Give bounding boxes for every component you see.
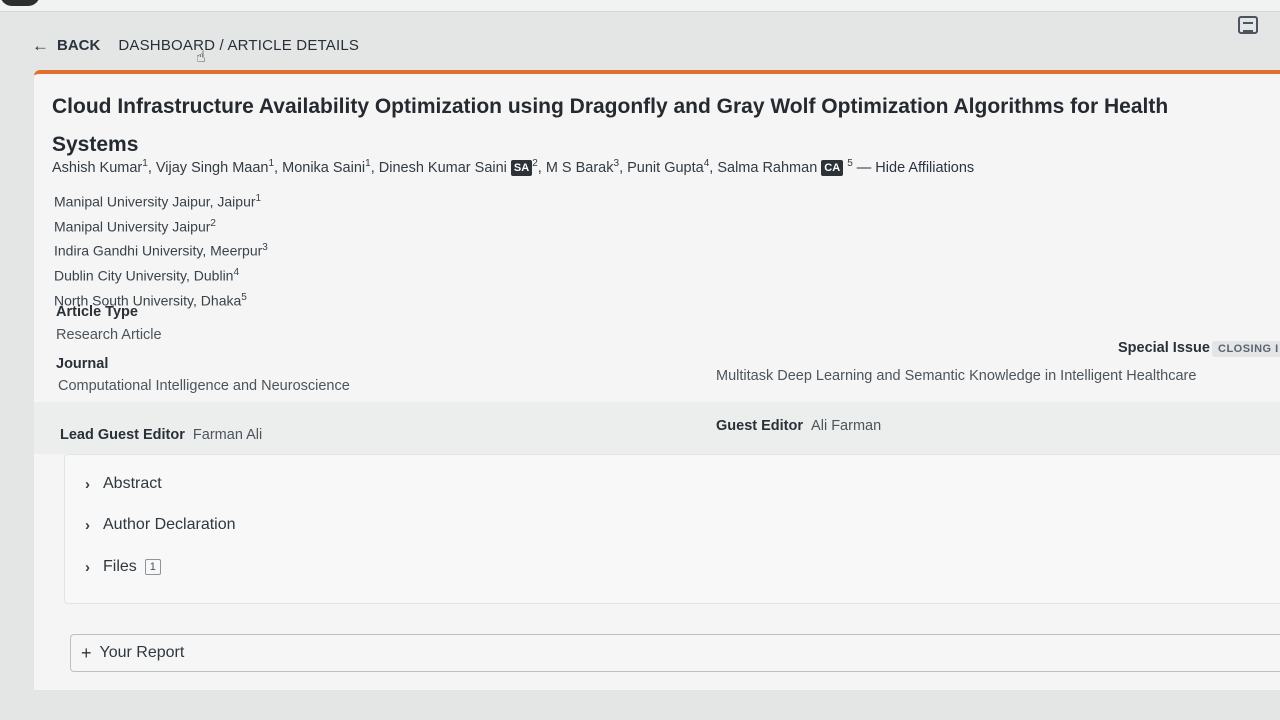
submitting-author-badge: SA bbox=[510, 160, 533, 176]
author-name: Salma Rahman bbox=[717, 159, 818, 176]
author-aff-number: 1 bbox=[142, 158, 148, 169]
author: Punit Gupta4, bbox=[627, 158, 718, 176]
affiliation-item: Dublin City University, Dublin4 bbox=[54, 262, 268, 287]
authors-line: Ashish Kumar1, Vijay Singh Maan1, Monika… bbox=[52, 158, 1252, 176]
arrow-left-icon: ← bbox=[32, 35, 49, 55]
lead-guest-editor: Lead Guest Editor Farman Ali bbox=[60, 427, 262, 443]
abstract-toggle[interactable]: › Abstract bbox=[85, 469, 162, 499]
guest-editors-row: Lead Guest Editor Farman Ali Guest Edito… bbox=[34, 402, 1280, 454]
your-report-label: Your Report bbox=[99, 644, 185, 661]
author-declaration-label: Author Declaration bbox=[103, 516, 236, 533]
author-name: M S Barak bbox=[545, 159, 614, 176]
article-title: Cloud Infrastructure Availability Optimi… bbox=[52, 95, 1169, 156]
affiliation-item: Indira Gandhi University, Meerpur3 bbox=[54, 237, 268, 262]
abstract-label: Abstract bbox=[103, 475, 162, 492]
guest-editor: Guest Editor Ali Farman bbox=[716, 418, 881, 434]
your-report-button[interactable]: + Your Report bbox=[70, 634, 1280, 672]
article-sections-accordion: › Abstract › Author Declaration › Files … bbox=[64, 454, 1280, 604]
affiliation-text: Dublin City University, Dublin bbox=[54, 267, 234, 284]
author: Monika Saini1, bbox=[282, 158, 379, 176]
folder-icon[interactable] bbox=[1238, 16, 1258, 34]
affiliation-text: Manipal University Jaipur bbox=[54, 218, 211, 235]
author: Vijay Singh Maan1, bbox=[155, 158, 283, 176]
files-count-badge: 1 bbox=[144, 559, 161, 575]
author-name: Monika Saini bbox=[282, 159, 366, 176]
chevron-right-icon: › bbox=[85, 558, 90, 576]
lead-guest-editor-value: Farman Ali bbox=[192, 427, 263, 443]
affiliation-number: 1 bbox=[255, 193, 262, 204]
breadcrumb-separator: / bbox=[215, 36, 228, 54]
back-button[interactable]: ← BACK bbox=[32, 37, 100, 54]
author: M S Barak3, bbox=[545, 158, 628, 176]
affiliation-item: Manipal University Jaipur, Jaipur1 bbox=[54, 188, 268, 213]
special-issue-status-badge: CLOSING I bbox=[1212, 341, 1280, 357]
author-name: Dinesh Kumar Saini bbox=[378, 159, 507, 176]
affiliation-number: 5 bbox=[241, 291, 247, 303]
article-type-label: Article Type bbox=[56, 304, 138, 320]
author: Salma Rahman CA 5 bbox=[717, 158, 853, 176]
author-aff-number: 1 bbox=[268, 158, 275, 169]
breadcrumb: DASHBOARD / ARTICLE DETAILS bbox=[118, 37, 359, 54]
corresponding-author-badge: CA bbox=[821, 160, 844, 176]
files-toggle[interactable]: › Files 1 bbox=[85, 552, 161, 582]
chevron-right-icon: › bbox=[85, 516, 90, 534]
files-label: Files bbox=[103, 558, 137, 575]
chevron-right-icon: › bbox=[85, 475, 90, 493]
author-name: Ashish Kumar bbox=[52, 159, 143, 176]
affiliation-text: Manipal University Jaipur, Jaipur bbox=[54, 193, 256, 210]
author-aff-number: 3 bbox=[613, 158, 620, 169]
affiliation-number: 2 bbox=[210, 217, 216, 229]
back-label: BACK bbox=[57, 36, 101, 54]
author-declaration-toggle[interactable]: › Author Declaration bbox=[85, 510, 236, 540]
author-aff-number: 2 bbox=[532, 158, 538, 169]
affiliation-number: 3 bbox=[262, 242, 268, 254]
journal-value: Computational Intelligence and Neuroscie… bbox=[58, 378, 350, 394]
affiliation-item: Manipal University Jaipur2 bbox=[54, 213, 268, 238]
guest-editor-value: Ali Farman bbox=[811, 418, 882, 434]
affiliations-list: Manipal University Jaipur, Jaipur1 Manip… bbox=[54, 188, 268, 311]
author-aff-number: 1 bbox=[365, 158, 371, 169]
browser-logo-fragment bbox=[0, 0, 40, 6]
hide-affiliations-link[interactable]: — Hide Affiliations bbox=[857, 160, 974, 176]
journal-label: Journal bbox=[56, 356, 109, 372]
affiliation-text: Indira Gandhi University, Meerpur bbox=[54, 242, 263, 259]
breadcrumb-current: ARTICLE DETAILS bbox=[227, 36, 360, 54]
affiliation-number: 4 bbox=[233, 266, 240, 278]
article-type-value: Research Article bbox=[56, 327, 162, 343]
author: Ashish Kumar1, bbox=[52, 158, 156, 176]
special-issue-label: Special Issue bbox=[1118, 340, 1210, 356]
lead-guest-editor-label: Lead Guest Editor bbox=[60, 427, 185, 443]
author-aff-number: 5 bbox=[847, 158, 853, 169]
article-details-card: Cloud Infrastructure Availability Optimi… bbox=[34, 70, 1280, 690]
browser-top-strip bbox=[0, 0, 1280, 12]
author-aff-number: 4 bbox=[703, 158, 710, 169]
author-name: Vijay Singh Maan bbox=[155, 159, 269, 176]
author-name: Punit Gupta bbox=[627, 159, 704, 176]
guest-editor-label: Guest Editor bbox=[716, 418, 804, 434]
plus-icon: + bbox=[81, 642, 92, 663]
special-issue-value: Multitask Deep Learning and Semantic Kno… bbox=[716, 368, 1197, 384]
hand-cursor-icon: ☝ bbox=[196, 49, 206, 66]
author: Dinesh Kumar Saini SA 2, bbox=[378, 158, 546, 176]
